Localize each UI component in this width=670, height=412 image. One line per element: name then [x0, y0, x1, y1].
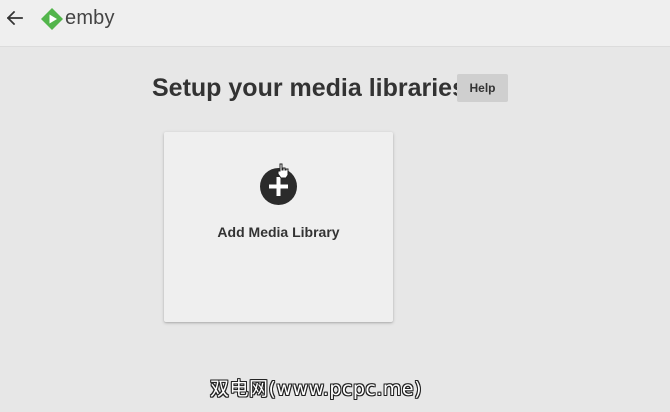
- emby-logo[interactable]: emby: [41, 7, 115, 31]
- add-media-library-label: Add Media Library: [217, 224, 340, 240]
- add-media-library-card[interactable]: Add Media Library: [164, 132, 393, 322]
- emby-logo-icon: [41, 8, 63, 30]
- arrow-left-icon: [7, 11, 23, 25]
- watermark: 双电网(www.pcpc.me): [210, 378, 422, 400]
- top-bar: emby: [0, 0, 670, 47]
- page-title: Setup your media libraries: [152, 74, 466, 102]
- help-button[interactable]: Help: [457, 74, 508, 102]
- back-button[interactable]: [4, 7, 26, 29]
- plus-circle-icon[interactable]: [260, 168, 297, 205]
- logo-text: emby: [65, 7, 115, 29]
